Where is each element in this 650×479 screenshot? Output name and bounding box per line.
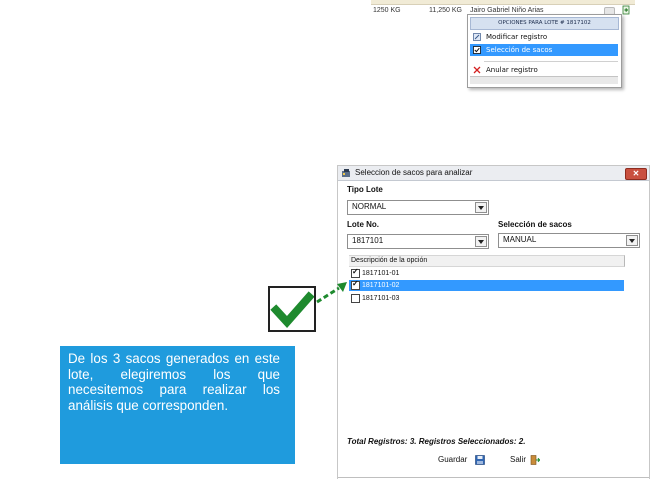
list-item-saco-02[interactable]: 1817101-02 <box>349 279 624 291</box>
callout-note: De los 3 sacos generados en este lote, e… <box>60 346 295 464</box>
saco-label: 1817101-01 <box>362 270 400 277</box>
callout-text: De los 3 sacos generados en este lote, e… <box>68 351 280 414</box>
menu-item-seleccion-sacos[interactable]: Selección de sacos <box>470 44 618 56</box>
seleccion-sacos-select[interactable]: MANUAL <box>498 233 640 248</box>
dialog-title: Seleccion de sacos para analizar <box>355 168 473 177</box>
add-document-icon[interactable] <box>622 5 631 15</box>
lote-no-label: Lote No. <box>347 220 379 229</box>
checkbox-icon <box>473 46 481 54</box>
context-menu: OPCIONES PARA LOTE # 1817102 Modificar r… <box>467 14 622 88</box>
chevron-down-icon[interactable] <box>475 202 487 213</box>
app-icon <box>342 169 350 177</box>
menu-item-label: Anular registro <box>486 66 538 74</box>
list-column-header[interactable]: Descripción de la opción <box>349 255 625 267</box>
menu-item-label: Modificar registro <box>486 33 548 41</box>
column-header-label: Descripción de la opción <box>351 257 428 264</box>
seleccion-sacos-value: MANUAL <box>503 235 537 244</box>
chevron-down-icon[interactable] <box>626 235 638 246</box>
list-item-saco-03[interactable]: 1817101-03 <box>349 293 624 304</box>
pointer-arrow-icon <box>316 282 347 304</box>
saco-label: 1817101-03 <box>362 295 400 302</box>
guardar-button[interactable]: Guardar <box>438 455 490 467</box>
close-button[interactable]: ✕ <box>625 168 647 180</box>
seleccion-sacos-dialog: Seleccion de sacos para analizar ✕ Tipo … <box>337 165 650 479</box>
totals-summary: Total Registros: 3. Registros Selecciona… <box>347 437 526 446</box>
lote-no-value: 1817101 <box>352 236 384 245</box>
close-icon: ✕ <box>632 169 640 178</box>
seleccion-sacos-label: Selección de sacos <box>498 220 572 229</box>
tipo-lote-label: Tipo Lote <box>347 185 383 194</box>
menu-separator <box>484 61 618 62</box>
menu-item-label: Selección de sacos <box>486 46 553 54</box>
menu-item-anular[interactable]: Anular registro <box>470 64 618 76</box>
row-person: Jairo Gabriel Niño Arias <box>470 7 544 14</box>
menu-item-modificar[interactable]: Modificar registro <box>470 31 618 43</box>
save-disk-icon <box>475 455 485 465</box>
cancel-x-icon <box>473 66 481 74</box>
guardar-label: Guardar <box>438 455 468 464</box>
exit-door-icon <box>530 455 540 465</box>
row-total: 11,250 KG <box>429 7 462 14</box>
context-menu-title: OPCIONES PARA LOTE # 1817102 <box>470 17 619 30</box>
dialog-titlebar[interactable]: Seleccion de sacos para analizar ✕ <box>338 166 649 181</box>
list-item-saco-01[interactable]: 1817101-01 <box>349 267 624 279</box>
horizontal-scrollbar[interactable] <box>470 76 618 84</box>
lote-no-select[interactable]: 1817101 <box>347 234 489 249</box>
tipo-lote-select[interactable]: NORMAL <box>347 200 489 215</box>
checkmark-callout-box <box>268 286 316 332</box>
chevron-down-icon[interactable] <box>475 236 487 247</box>
row-weight: 1250 KG <box>373 7 401 14</box>
checkmark-icon <box>270 291 315 328</box>
salir-button[interactable]: Salir <box>510 455 550 467</box>
tipo-lote-value: NORMAL <box>352 202 387 211</box>
edit-icon <box>473 33 481 41</box>
saco-label: 1817101-02 <box>362 282 400 289</box>
salir-label: Salir <box>510 455 527 464</box>
